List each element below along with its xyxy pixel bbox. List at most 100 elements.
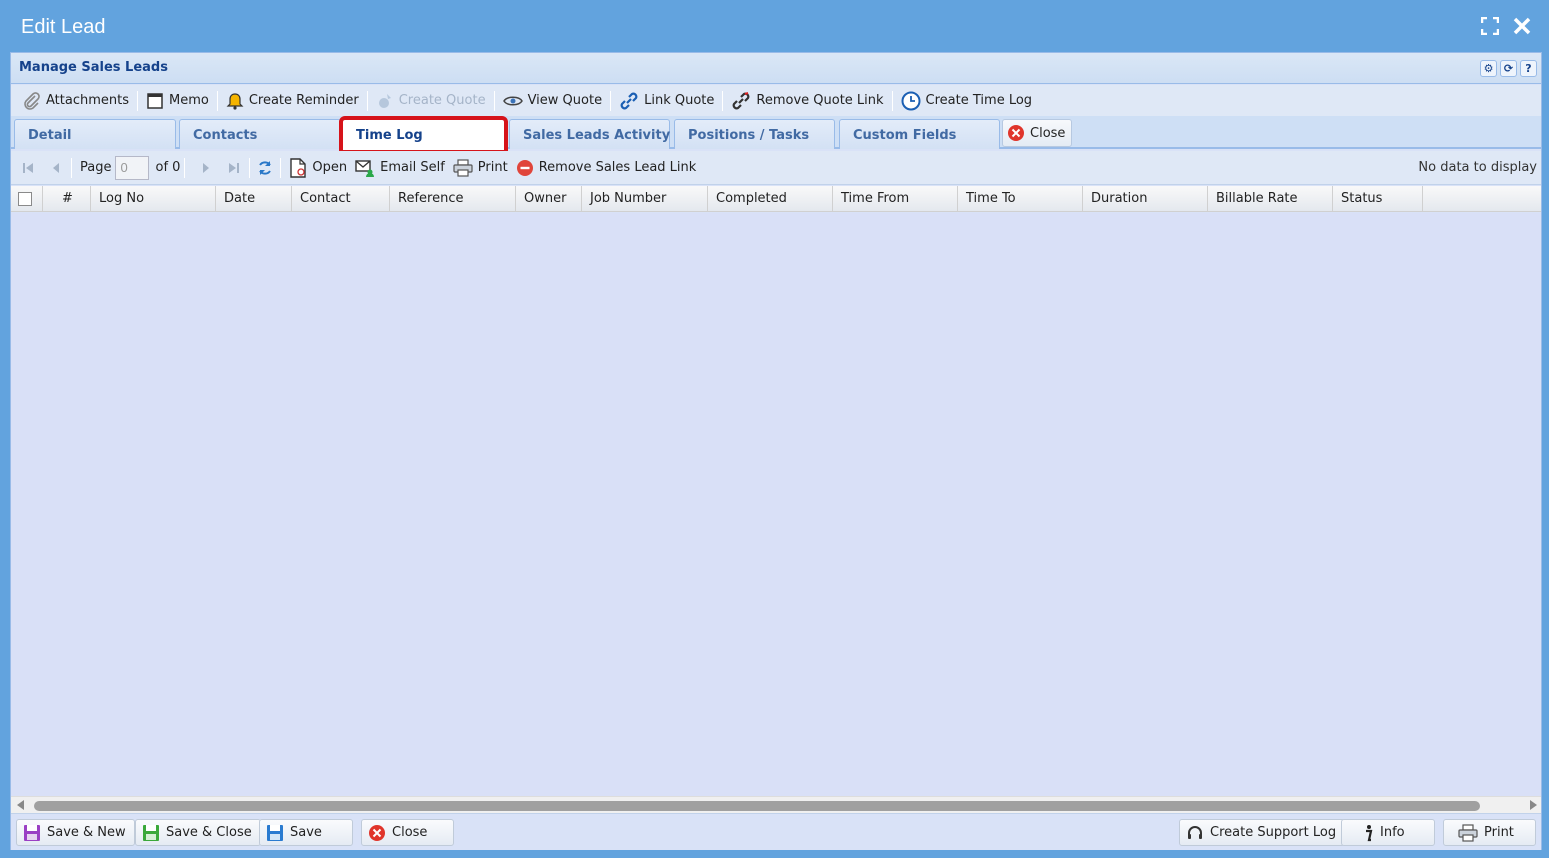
- save-blue-icon: [266, 824, 284, 842]
- prev-page-icon[interactable]: [45, 157, 67, 179]
- create-quote-label: Create Quote: [398, 93, 486, 108]
- open-button[interactable]: Open: [285, 156, 351, 180]
- info-button[interactable]: Info: [1341, 819, 1435, 846]
- column-header-time-to[interactable]: Time To: [958, 186, 1083, 212]
- printer-icon: [453, 158, 473, 177]
- column-header-status[interactable]: Status: [1333, 186, 1423, 212]
- remove-circle-icon: [516, 159, 534, 177]
- scroll-left-arrow-icon[interactable]: [17, 800, 24, 810]
- column-header-contact[interactable]: Contact: [292, 186, 390, 212]
- remove-sales-lead-link-label: Remove Sales Lead Link: [538, 160, 697, 175]
- remove-sales-lead-link-button[interactable]: Remove Sales Lead Link: [512, 156, 701, 180]
- save-and-close-label: Save & Close: [166, 825, 252, 840]
- scroll-right-arrow-icon[interactable]: [1530, 800, 1537, 810]
- info-icon: [1362, 824, 1374, 842]
- save-button[interactable]: Save: [259, 819, 353, 846]
- column-header-duration[interactable]: Duration: [1083, 186, 1208, 212]
- close-window-icon[interactable]: [1513, 17, 1531, 35]
- column-header-job-number[interactable]: Job Number: [582, 186, 708, 212]
- scroll-thumb[interactable]: [34, 801, 1480, 811]
- column-header-time-from[interactable]: Time From: [833, 186, 958, 212]
- attachments-label: Attachments: [46, 93, 129, 108]
- close-circle-icon: [368, 824, 386, 842]
- open-label: Open: [312, 160, 348, 175]
- next-page-icon[interactable]: [195, 157, 217, 179]
- refresh-grid-icon[interactable]: [254, 157, 276, 179]
- save-and-close-button[interactable]: Save & Close: [135, 819, 261, 846]
- email-user-icon: [355, 159, 375, 177]
- separator: [493, 90, 495, 111]
- panel-title: Manage Sales Leads: [19, 60, 168, 75]
- column-header-reference[interactable]: Reference: [390, 186, 516, 212]
- separator: [249, 157, 251, 178]
- view-quote-button[interactable]: View Quote: [499, 89, 607, 113]
- first-page-icon[interactable]: [17, 157, 39, 179]
- refresh-icon[interactable]: ⟳: [1500, 60, 1517, 77]
- link-icon: [619, 92, 639, 110]
- open-document-icon: [289, 157, 307, 178]
- gear-icon[interactable]: ⚙: [1480, 60, 1497, 77]
- page-number-input[interactable]: [115, 155, 150, 180]
- unlink-icon: [731, 91, 751, 110]
- link-quote-label: Link Quote: [644, 93, 715, 108]
- page-count-label: of 0: [155, 160, 181, 175]
- email-self-label: Email Self: [380, 160, 445, 175]
- separator: [610, 90, 612, 111]
- column-header-number[interactable]: #: [43, 186, 91, 212]
- action-toolbar: Attachments Memo Create Reminder Create …: [11, 85, 1541, 116]
- close-label: Close: [392, 825, 428, 840]
- print-grid-button[interactable]: Print: [449, 156, 512, 180]
- tab-bar: Detail Contacts Time Log Sales Leads Act…: [11, 116, 1541, 154]
- tab-positions-tasks[interactable]: Positions / Tasks: [674, 119, 835, 149]
- last-page-icon[interactable]: [223, 157, 245, 179]
- tab-close-label: Close: [1030, 125, 1066, 141]
- help-icon[interactable]: ?: [1520, 60, 1537, 77]
- tab-detail[interactable]: Detail: [14, 119, 176, 149]
- separator: [216, 90, 218, 111]
- remove-quote-link-label: Remove Quote Link: [756, 93, 884, 108]
- tab-sales-leads-activity[interactable]: Sales Leads Activity: [509, 119, 670, 149]
- create-quote-button[interactable]: Create Quote: [372, 89, 490, 113]
- panel-header: Manage Sales Leads ⚙ ⟳ ?: [11, 53, 1541, 84]
- attachments-button[interactable]: Attachments: [19, 89, 133, 113]
- save-label: Save: [290, 825, 322, 840]
- separator: [136, 90, 138, 111]
- column-header-billable-rate[interactable]: Billable Rate: [1208, 186, 1333, 212]
- eye-icon: [502, 94, 523, 108]
- checkbox-icon: [18, 192, 32, 206]
- close-button[interactable]: Close: [361, 819, 454, 846]
- tab-close-button[interactable]: Close: [1002, 119, 1073, 147]
- headset-icon: [1186, 824, 1204, 842]
- remove-quote-link-button[interactable]: Remove Quote Link: [727, 89, 887, 113]
- paperclip-icon: [23, 91, 41, 110]
- column-header-owner[interactable]: Owner: [516, 186, 582, 212]
- create-reminder-label: Create Reminder: [248, 93, 359, 108]
- footer-toolbar: Save & New Save & Close Save Close Creat…: [11, 813, 1541, 850]
- separator: [722, 90, 724, 111]
- save-and-new-label: Save & New: [47, 825, 126, 840]
- create-time-log-button[interactable]: Create Time Log: [897, 89, 1037, 113]
- create-reminder-button[interactable]: Create Reminder: [222, 89, 363, 113]
- save-green-icon: [142, 824, 160, 842]
- grid-header: # Log No Date Contact Reference Owner Jo…: [11, 186, 1541, 212]
- memo-button[interactable]: Memo: [142, 89, 213, 113]
- column-header-date[interactable]: Date: [216, 186, 292, 212]
- create-support-log-label: Create Support Log: [1210, 825, 1337, 840]
- tab-custom-fields[interactable]: Custom Fields: [839, 119, 1000, 149]
- link-quote-button[interactable]: Link Quote: [615, 89, 718, 113]
- save-purple-icon: [23, 824, 41, 842]
- memo-icon: [146, 92, 164, 110]
- maximize-icon[interactable]: [1481, 17, 1499, 35]
- print-button[interactable]: Print: [1443, 819, 1536, 846]
- column-header-completed[interactable]: Completed: [708, 186, 833, 212]
- column-header-log-no[interactable]: Log No: [91, 186, 216, 212]
- email-self-button[interactable]: Email Self: [351, 156, 449, 180]
- horizontal-scrollbar[interactable]: [11, 796, 1541, 813]
- save-and-new-button[interactable]: Save & New: [16, 819, 135, 846]
- tab-contacts[interactable]: Contacts: [179, 119, 341, 149]
- create-support-log-button[interactable]: Create Support Log: [1179, 819, 1346, 846]
- tab-time-log[interactable]: Time Log: [339, 116, 508, 154]
- select-all-checkbox[interactable]: [11, 186, 43, 212]
- info-label: Info: [1380, 825, 1405, 840]
- page-label: Page: [80, 160, 112, 175]
